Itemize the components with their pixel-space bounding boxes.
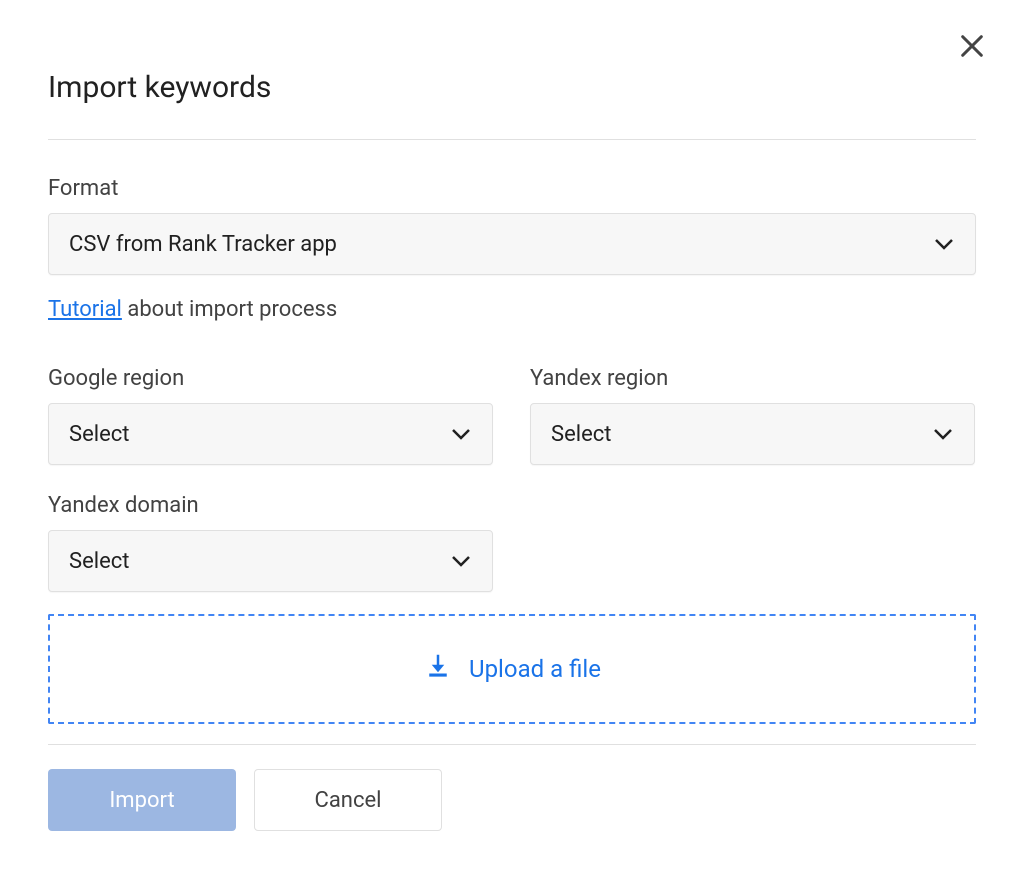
google-region-label: Google region	[48, 366, 494, 391]
tutorial-link[interactable]: Tutorial	[48, 297, 122, 322]
yandex-domain-label: Yandex domain	[48, 493, 976, 518]
chevron-down-icon	[935, 238, 953, 250]
format-selected-value: CSV from Rank Tracker app	[69, 232, 337, 257]
cancel-button-label: Cancel	[315, 788, 382, 813]
cancel-button[interactable]: Cancel	[254, 769, 442, 831]
modal-title: Import keywords	[48, 70, 976, 105]
upload-label: Upload a file	[469, 655, 601, 683]
format-select[interactable]: CSV from Rank Tracker app	[48, 213, 976, 275]
divider	[48, 139, 976, 140]
yandex-region-select[interactable]: Select	[530, 403, 975, 465]
google-region-value: Select	[69, 422, 129, 447]
upload-dropzone[interactable]: Upload a file	[48, 614, 976, 724]
import-keywords-modal: Import keywords Format CSV from Rank Tra…	[0, 0, 1024, 871]
helper-rest: about import process	[122, 297, 337, 322]
yandex-domain-value: Select	[69, 549, 129, 574]
yandex-domain-select[interactable]: Select	[48, 530, 493, 592]
close-icon	[958, 32, 986, 64]
download-icon	[423, 651, 453, 687]
chevron-down-icon	[452, 555, 470, 567]
yandex-region-value: Select	[551, 422, 611, 447]
helper-text: Tutorial about import process	[48, 297, 976, 322]
divider	[48, 744, 976, 745]
button-row: Import Cancel	[48, 769, 976, 831]
google-region-select[interactable]: Select	[48, 403, 493, 465]
yandex-region-label: Yandex region	[530, 366, 976, 391]
import-button-label: Import	[109, 788, 174, 813]
close-button[interactable]	[954, 30, 990, 66]
chevron-down-icon	[934, 428, 952, 440]
import-button[interactable]: Import	[48, 769, 236, 831]
chevron-down-icon	[452, 428, 470, 440]
format-label: Format	[48, 176, 976, 201]
